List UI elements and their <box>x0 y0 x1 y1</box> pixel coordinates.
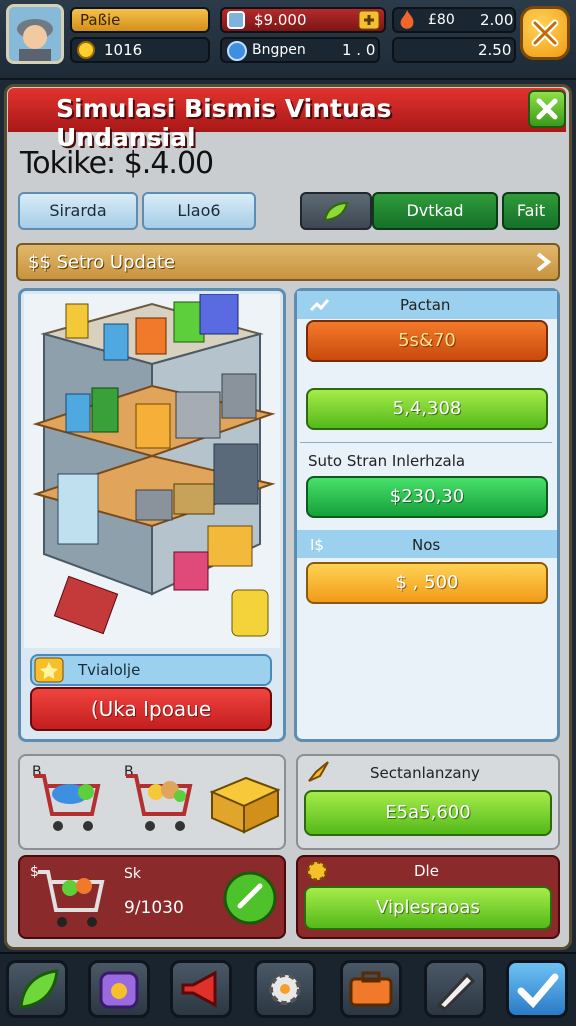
price-divider <box>300 442 552 443</box>
panel-title: Simulasi Bismis Vintuas Undansial <box>56 94 392 152</box>
tab-llao6[interactable]: Llao6 <box>142 192 256 230</box>
nav-potion-button[interactable] <box>88 960 150 1018</box>
close-game-button[interactable] <box>520 6 570 60</box>
add-cash-icon[interactable] <box>358 10 380 36</box>
price-section2-title: Suto Stran Inlerhzala <box>308 452 466 470</box>
close-x-icon <box>531 19 559 47</box>
total-label: Tokike: $.4.00 <box>20 146 214 181</box>
secondary-title: Sectanlanzany <box>370 764 480 782</box>
shop-caption-bar: Tvialolje <box>30 654 272 686</box>
gem-bar: Bngpen 1 . 0 <box>220 37 380 63</box>
level-value: 1016 <box>104 41 143 59</box>
price-section3-prefix: I$ <box>310 536 324 554</box>
gem-value: 1 . 0 <box>342 41 376 59</box>
pen-icon <box>436 972 476 1011</box>
player-avatar[interactable] <box>6 4 64 64</box>
avatar-icon <box>9 7 61 61</box>
toolbox-icon <box>349 971 393 1007</box>
fire-icon <box>396 9 418 37</box>
nav-megaphone-button[interactable] <box>170 960 232 1018</box>
gem-icon <box>226 40 248 68</box>
rocket-icon <box>306 760 332 788</box>
player-name: Paßie <box>80 11 121 29</box>
confirm-circle-button[interactable] <box>222 870 278 926</box>
cart2-value: 9/1030 <box>124 898 184 918</box>
nav-pen-button[interactable] <box>424 960 486 1018</box>
update-bar[interactable]: $$ Setro Update <box>16 243 560 281</box>
shop-upgrade-button[interactable]: (Uka Ipoaue <box>30 687 272 731</box>
gear-icon <box>269 973 301 1005</box>
star-badge-icon <box>34 657 64 687</box>
tab-fait[interactable]: Fait <box>502 192 560 230</box>
close-icon <box>536 98 558 120</box>
player-name-bar[interactable]: Paßie <box>70 7 210 33</box>
nav-toolbox-button[interactable] <box>340 960 402 1018</box>
leaf-icon <box>19 969 59 1009</box>
tab-dvtkad[interactable]: Dvtkad <box>372 192 498 230</box>
gear-gold-icon <box>304 858 330 888</box>
cash-value: $9.000 <box>254 11 307 29</box>
shopping-cart-full-icon[interactable] <box>122 766 194 838</box>
shop-shelf-illustration <box>24 294 280 648</box>
panel-close-button[interactable] <box>528 90 566 128</box>
nav-settings-button[interactable] <box>254 960 316 1018</box>
chevron-right-icon <box>532 250 554 278</box>
price-value-1[interactable]: 5s&70 <box>306 320 548 362</box>
leaf-icon <box>323 201 349 222</box>
chart-icon <box>308 296 330 318</box>
right-value: 2.50 <box>478 41 512 59</box>
crate-icon[interactable] <box>206 770 282 836</box>
fire-label: £80 <box>428 12 455 28</box>
gear-badge-icon <box>76 40 96 66</box>
price-value-2[interactable]: 5,4,308 <box>306 388 548 430</box>
level-bar: 1016 <box>70 37 210 63</box>
price-value-4[interactable]: $ , 500 <box>306 562 548 604</box>
leaf-tab-button[interactable] <box>300 192 372 230</box>
megaphone-icon <box>181 970 217 1008</box>
price-section3-title: Nos <box>412 536 441 554</box>
update-bar-label: $$ Setro Update <box>28 252 176 273</box>
fire-bar: £80 2.00 <box>392 7 516 33</box>
fire-value: 2.00 <box>480 11 514 29</box>
price-section1-title: Pactan <box>400 296 451 314</box>
nav-leaf-button[interactable] <box>6 960 68 1018</box>
cart2-label-b: Sk <box>124 866 141 882</box>
check-icon <box>517 973 559 1009</box>
nav-confirm-button[interactable] <box>506 960 568 1018</box>
secondary-value-button[interactable]: E5a5,600 <box>304 790 552 836</box>
cash-icon <box>226 10 246 36</box>
cash-bar[interactable]: $9.000 <box>220 7 386 33</box>
dle-title: Dle <box>414 862 439 880</box>
right-value-bar: 2.50 <box>392 37 516 63</box>
gem-label: Bngpen <box>252 42 306 58</box>
price-value-3[interactable]: $230,30 <box>306 476 548 518</box>
shopping-cart-icon[interactable] <box>30 766 102 838</box>
shop-caption: Tvialolje <box>78 661 141 679</box>
dle-button[interactable]: Viplesraoas <box>304 886 552 930</box>
tab-sirarda[interactable]: Sirarda <box>18 192 138 230</box>
potion-icon <box>99 971 139 1009</box>
grocery-cart-icon[interactable] <box>34 862 106 934</box>
